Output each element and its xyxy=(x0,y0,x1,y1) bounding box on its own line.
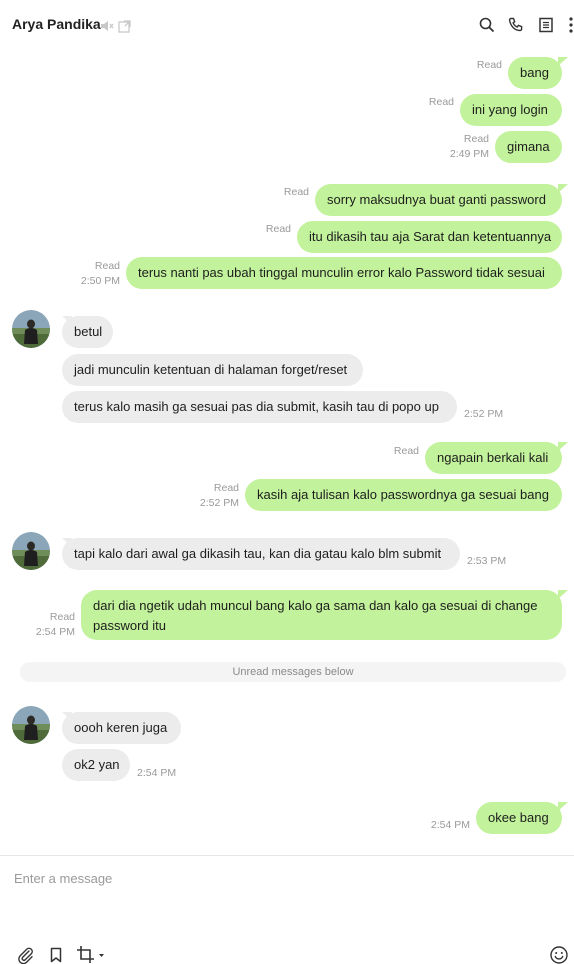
message-time: 2:53 PM xyxy=(467,555,507,567)
message-bubble-incoming[interactable]: terus kalo masih ga sesuai pas dia submi… xyxy=(62,391,457,423)
message-bubble-outgoing[interactable]: terus nanti pas ubah tinggal munculin er… xyxy=(126,257,562,289)
chat-header: Arya Pandika xyxy=(0,0,574,50)
message-bubble-incoming[interactable]: betul xyxy=(62,316,113,348)
message-bubble-incoming[interactable]: ok2 yan xyxy=(62,749,130,781)
read-status: Read xyxy=(476,59,502,71)
message-time: 2:54 PM xyxy=(137,767,177,779)
read-status: Read xyxy=(393,445,419,457)
message-time: 2:50 PM xyxy=(80,275,120,287)
bubble-tail xyxy=(558,590,568,599)
message-list[interactable]: Read bang Read ini yang login Read 2:49 … xyxy=(0,50,574,855)
message-bubble-incoming[interactable]: jadi munculin ketentuan di halaman forge… xyxy=(62,354,363,386)
phone-icon[interactable] xyxy=(505,14,527,36)
avatar[interactable] xyxy=(12,310,50,348)
bubble-tail xyxy=(558,57,568,66)
read-status: Read xyxy=(265,223,291,235)
bubble-tail xyxy=(558,802,568,811)
avatar[interactable] xyxy=(12,706,50,744)
message-bubble-incoming[interactable]: tapi kalo dari awal ga dikasih tau, kan … xyxy=(62,538,460,570)
message-bubble-outgoing[interactable]: ngapain berkali kali xyxy=(425,442,562,474)
message-bubble-outgoing[interactable]: itu dikasih tau aja Sarat dan ketentuann… xyxy=(297,221,562,253)
message-composer xyxy=(0,855,574,964)
notes-icon[interactable] xyxy=(535,14,557,36)
read-status: Read xyxy=(428,96,454,108)
popout-icon[interactable] xyxy=(114,15,136,37)
bubble-tail xyxy=(558,442,568,451)
read-status: Read xyxy=(94,260,120,272)
read-status: Read xyxy=(283,186,309,198)
message-bubble-outgoing[interactable]: ini yang login xyxy=(460,94,562,126)
message-input[interactable] xyxy=(14,866,554,890)
crop-icon[interactable] xyxy=(76,944,106,964)
message-time: 2:54 PM xyxy=(430,819,470,831)
unread-divider: Unread messages below xyxy=(20,662,566,682)
read-status: Read xyxy=(49,611,75,623)
message-time: 2:52 PM xyxy=(464,408,504,420)
message-time: 2:54 PM xyxy=(35,626,75,638)
bubble-tail xyxy=(558,184,568,193)
bookmark-icon[interactable] xyxy=(45,944,67,964)
chat-title: Arya Pandika xyxy=(12,16,101,32)
search-icon[interactable] xyxy=(476,14,498,36)
message-time: 2:49 PM xyxy=(449,148,489,160)
message-bubble-outgoing[interactable]: sorry maksudnya buat ganti password xyxy=(315,184,562,216)
emoji-icon[interactable] xyxy=(548,944,570,964)
read-status: Read xyxy=(213,482,239,494)
message-bubble-outgoing[interactable]: okee bang xyxy=(476,802,562,834)
message-bubble-outgoing[interactable]: kasih aja tulisan kalo passwordnya ga se… xyxy=(245,479,562,511)
more-icon[interactable] xyxy=(560,14,574,36)
read-status: Read xyxy=(463,133,489,145)
message-bubble-outgoing[interactable]: gimana xyxy=(495,131,562,163)
message-bubble-incoming[interactable]: oooh keren juga xyxy=(62,712,181,744)
message-bubble-outgoing[interactable]: dari dia ngetik udah muncul bang kalo ga… xyxy=(81,590,562,640)
message-bubble-outgoing[interactable]: bang xyxy=(508,57,562,89)
message-time: 2:52 PM xyxy=(199,497,239,509)
attach-icon[interactable] xyxy=(14,944,36,964)
avatar[interactable] xyxy=(12,532,50,570)
